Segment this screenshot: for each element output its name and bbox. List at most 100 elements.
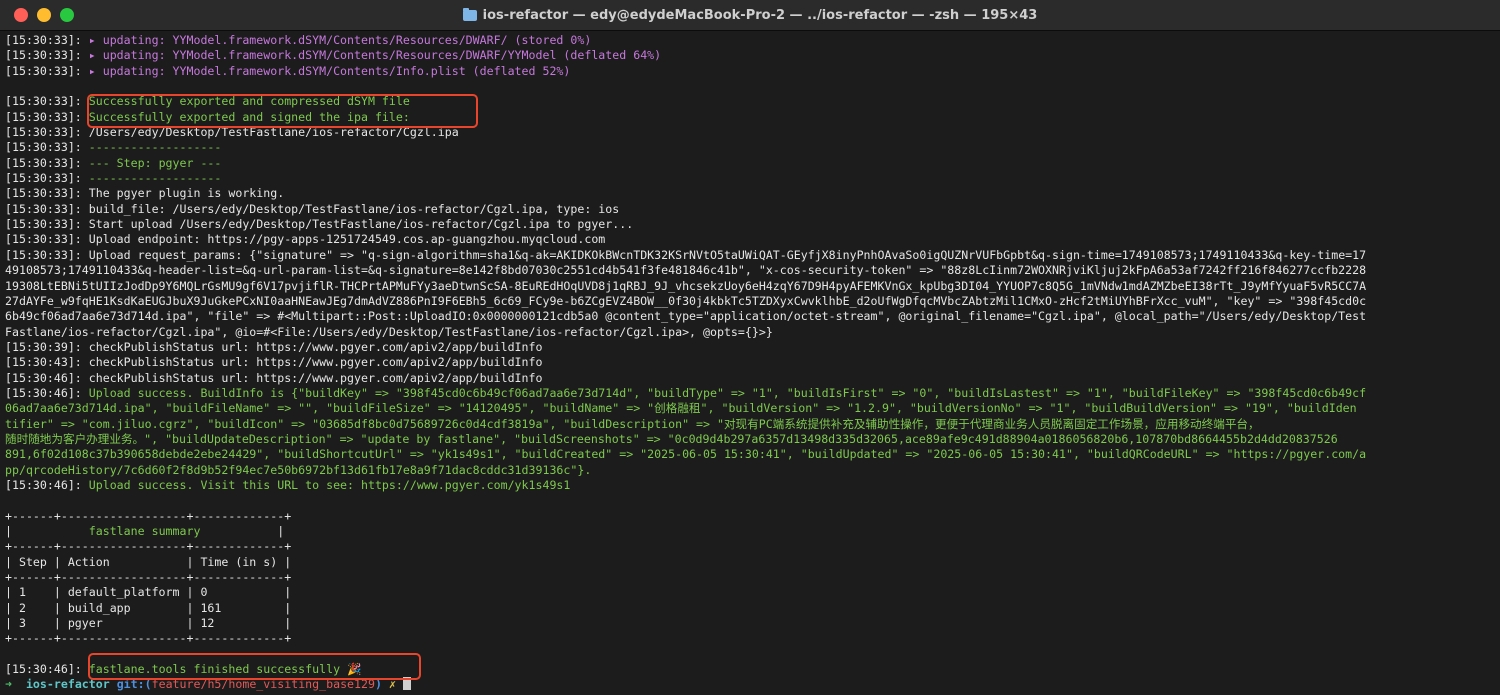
line-text: ▸ updating: YYModel.framework.dSYM/Conte… — [88, 33, 592, 47]
title-bar: ios-refactor — edy@edydeMacBook-Pro-2 — … — [0, 0, 1500, 31]
timestamp: [15:30:33]: — [5, 48, 89, 63]
timestamp: [15:30:46]: — [5, 385, 89, 400]
line-text: 27dAYFe_w9fqHE1KsdKaEUGJbuX9JuGkePCxNI0a… — [5, 293, 1367, 308]
terminal-line: | 2 | build_app | 161 | — [5, 601, 1495, 616]
line-text: 891,6f02d108c37b390658debde2ebe24429", "… — [5, 447, 1367, 462]
line-text: +------+------------------+-------------… — [5, 539, 292, 554]
maximize-button[interactable] — [60, 8, 74, 22]
terminal-line: 27dAYFe_w9fqHE1KsdKaEUGJbuX9JuGkePCxNI0a… — [5, 294, 1495, 309]
terminal-line: +------+------------------+-------------… — [5, 631, 1495, 646]
timestamp: [15:30:33]: — [5, 217, 89, 232]
terminal-line: 6b49cf06ad7aa6e73d714d.ipa", "file" => #… — [5, 309, 1495, 324]
line-text: +------+------------------+-------------… — [5, 631, 292, 646]
line-text: build_file: /Users/edy/Desktop/TestFastl… — [88, 201, 620, 216]
timestamp: [15:30:46]: — [5, 477, 89, 492]
terminal-line: [15:30:33]: Upload endpoint: https://pgy… — [5, 232, 1495, 247]
terminal-line: [15:30:43]: checkPublishStatus url: http… — [5, 355, 1495, 370]
terminal-line: [15:30:46]: Upload success. BuildInfo is… — [5, 386, 1495, 401]
timestamp: [15:30:46]: — [5, 662, 89, 677]
line-text: 19308LtEBNi5tUIIzJodDp9Y6MQLrGsMU9gf6V17… — [5, 278, 1367, 293]
minimize-button[interactable] — [37, 8, 51, 22]
timestamp: [15:30:33]: — [5, 171, 89, 186]
terminal-line: | fastlane summary | — [5, 524, 1495, 539]
text-cursor — [402, 677, 411, 691]
terminal-line: [15:30:33]: ▸ updating: YYModel.framewor… — [5, 48, 1495, 63]
prompt-arrow-icon: ➜ — [5, 677, 12, 692]
terminal-output[interactable]: [15:30:33]: ▸ updating: YYModel.framewor… — [5, 33, 1495, 693]
folder-icon — [462, 7, 477, 21]
line-text: Successfully exported and signed the ipa… — [88, 109, 410, 124]
terminal-line: Fastlane/ios-refactor/Cgzl.ipa", @io=#<F… — [5, 325, 1495, 340]
prompt-directory: ios-refactor — [25, 677, 110, 692]
terminal-line: [15:30:33]: Successfully exported and si… — [5, 110, 1495, 125]
line-text: ▸ updating: YYModel.framework.dSYM/Conte… — [88, 63, 571, 78]
line-text: 6b49cf06ad7aa6e73d714d.ipa", "file" => #… — [5, 309, 1367, 324]
prompt-git-label: git:( — [116, 677, 152, 692]
terminal-line: [15:30:39]: checkPublishStatus url: http… — [5, 340, 1495, 355]
terminal-line: 49108573;1749110433&q-header-list=&q-url… — [5, 263, 1495, 278]
line-text: Upload success. BuildInfo is {"buildKey"… — [88, 385, 1367, 400]
line-text: +------+------------------+-------------… — [5, 508, 292, 523]
line-text: 随时随地为客户办理业务。", "buildUpdateDescription" … — [5, 431, 1338, 446]
timestamp: [15:30:39]: — [5, 339, 89, 354]
window-title-text: ios-refactor — edy@edydeMacBook-Pro-2 — … — [482, 7, 1038, 23]
terminal-line: | 1 | default_platform | 0 | — [5, 585, 1495, 600]
line-text: --- Step: pgyer --- — [88, 155, 222, 170]
terminal-window: ios-refactor — edy@edydeMacBook-Pro-2 — … — [0, 0, 1500, 695]
terminal-line: [15:30:46]: fastlane.tools finished succ… — [5, 662, 1495, 677]
line-text: checkPublishStatus url: https://www.pgye… — [88, 355, 543, 370]
terminal-line: [15:30:33]: Successfully exported and co… — [5, 94, 1495, 109]
terminal-line: [15:30:33]: build_file: /Users/edy/Deskt… — [5, 202, 1495, 217]
terminal-line: | 3 | pgyer | 12 | — [5, 616, 1495, 631]
line-text: fastlane summary — [11, 524, 278, 538]
line-text: The pgyer plugin is working. — [88, 186, 285, 201]
timestamp: [15:30:43]: — [5, 355, 89, 370]
window-controls — [14, 8, 74, 22]
line-text: | 3 | pgyer | 12 | — [5, 616, 292, 631]
terminal-line: +------+------------------+-------------… — [5, 570, 1495, 585]
line-text: tifier" => "com.jiluo.cgrz", "buildIcon"… — [5, 416, 1260, 431]
terminal-line: [15:30:33]: The pgyer plugin is working. — [5, 186, 1495, 201]
terminal-line: [15:30:33]: Upload request_params: {"sig… — [5, 248, 1495, 263]
line-text: 49108573;1749110433&q-header-list=&q-url… — [5, 263, 1367, 278]
line-text: fastlane.tools finished successfully 🎉 — [88, 662, 362, 677]
close-button[interactable] — [14, 8, 28, 22]
line-text: checkPublishStatus url: https://www.pgye… — [88, 370, 543, 385]
timestamp: [15:30:46]: — [5, 370, 89, 385]
terminal-line: [15:30:46]: Upload success. Visit this U… — [5, 478, 1495, 493]
timestamp: [15:30:33]: — [5, 247, 89, 262]
terminal-line: [15:30:33]: --- Step: pgyer --- — [5, 156, 1495, 171]
terminal-line: [15:30:33]: ------------------- — [5, 140, 1495, 155]
line-text: ------------------- — [88, 140, 222, 155]
shell-prompt[interactable]: ➜ ios-refactor git:(feature/h5/home_visi… — [5, 677, 1495, 692]
line-text: 06ad7aa6e73d714d.ipa", "buildFileName" =… — [5, 401, 1357, 416]
line-text: +------+------------------+-------------… — [5, 570, 292, 585]
line-text: | 1 | default_platform | 0 | — [5, 585, 292, 600]
terminal-line: +------+------------------+-------------… — [5, 539, 1495, 554]
line-text: Upload endpoint: https://pgy-apps-125172… — [88, 232, 606, 247]
line-text: | Step | Action | Time (in s) | — [5, 554, 292, 569]
terminal-line: 19308LtEBNi5tUIIzJodDp9Y6MQLrGsMU9gf6V17… — [5, 279, 1495, 294]
terminal-line: 891,6f02d108c37b390658debde2ebe24429", "… — [5, 447, 1495, 462]
timestamp: [15:30:33]: — [5, 33, 89, 47]
terminal-line: [15:30:33]: ▸ updating: YYModel.framewor… — [5, 64, 1495, 79]
line-text: Upload success. Visit this URL to see: h… — [88, 477, 571, 492]
line-text: ------------------- — [88, 171, 222, 186]
terminal-line: [15:30:33]: Start upload /Users/edy/Desk… — [5, 217, 1495, 232]
timestamp: [15:30:33]: — [5, 63, 89, 78]
dirty-status-icon: ✗ — [388, 677, 396, 692]
line-text: Start upload /Users/edy/Desktop/TestFast… — [88, 217, 634, 232]
line-text: | — [277, 524, 285, 538]
terminal-line: 06ad7aa6e73d714d.ipa", "buildFileName" =… — [5, 401, 1495, 416]
terminal-line: tifier" => "com.jiluo.cgrz", "buildIcon"… — [5, 417, 1495, 432]
line-text: | 2 | build_app | 161 | — [5, 600, 292, 615]
terminal-line: +------+------------------+-------------… — [5, 509, 1495, 524]
timestamp: [15:30:33]: — [5, 155, 89, 170]
timestamp: [15:30:33]: — [5, 201, 89, 216]
prompt-branch: feature/h5/home_visiting_base129 — [151, 677, 375, 692]
terminal-line: 随时随地为客户办理业务。", "buildUpdateDescription" … — [5, 432, 1495, 447]
timestamp: [15:30:33]: — [5, 140, 89, 155]
terminal-line: [15:30:33]: ▸ updating: YYModel.framewor… — [5, 33, 1495, 48]
terminal-line: [15:30:33]: /Users/edy/Desktop/TestFastl… — [5, 125, 1495, 140]
